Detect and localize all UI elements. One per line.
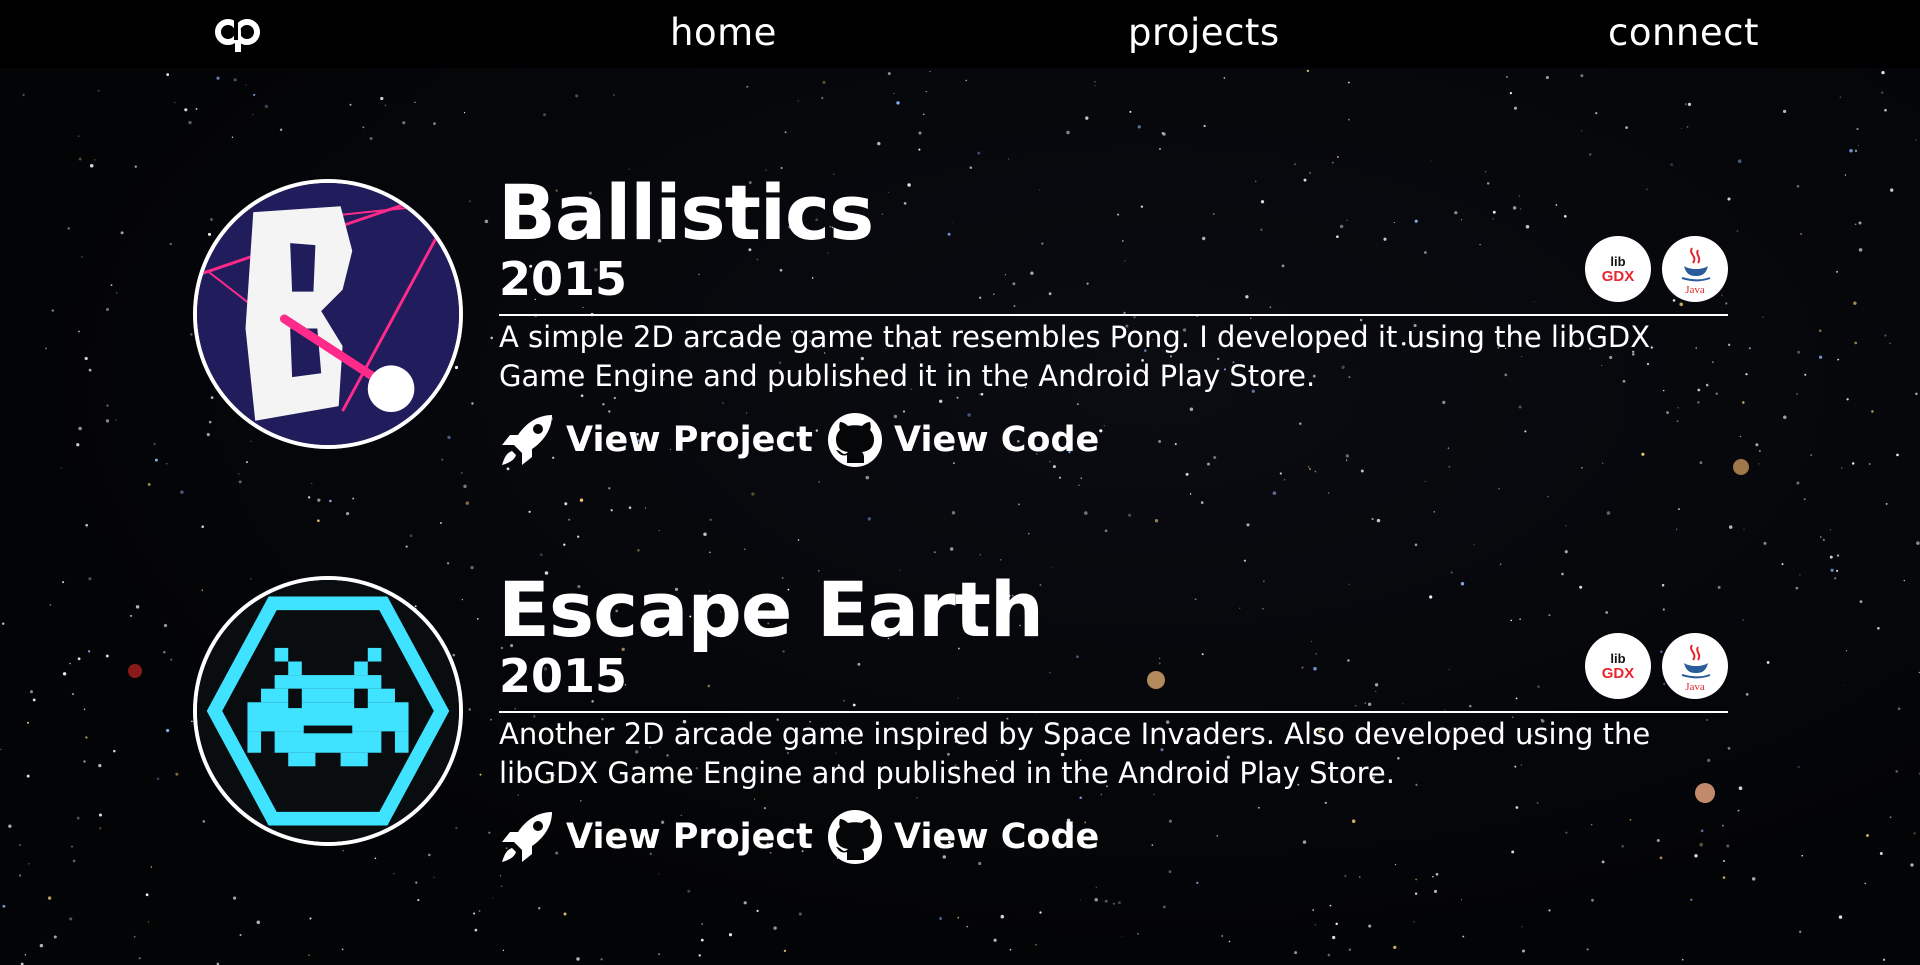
project-description: Another 2D arcade game inspired by Space… [499, 717, 1651, 790]
view-project-button[interactable]: View Project [498, 410, 813, 470]
space-invader-logo-icon[interactable] [193, 576, 463, 846]
project-description: A simple 2D arcade game that resembles P… [499, 320, 1651, 393]
nav-home-link[interactable]: home [670, 8, 777, 58]
nav-projects-link[interactable]: projects [1128, 8, 1280, 58]
svg-text:lib: lib [1610, 651, 1625, 666]
svg-text:Java: Java [1685, 284, 1705, 296]
page: home projects connect Ballistics 2015 li [0, 0, 1920, 965]
java-logo-icon: Java [1662, 633, 1728, 699]
view-project-button[interactable]: View Project [498, 807, 813, 867]
rocket-icon [502, 812, 552, 862]
svg-text:Java: Java [1685, 681, 1705, 693]
ballistics-logo-icon[interactable] [193, 179, 463, 449]
divider [499, 314, 1728, 316]
svg-text:lib: lib [1610, 254, 1625, 269]
github-icon [828, 810, 882, 864]
view-project-label: View Project [566, 420, 813, 460]
project-title: Ballistics [498, 168, 874, 257]
libgdx-logo-icon: lib GDX [1585, 236, 1651, 302]
nav-connect-link[interactable]: connect [1608, 8, 1759, 58]
ap-logo-icon[interactable] [214, 14, 264, 54]
svg-text:GDX: GDX [1602, 665, 1635, 682]
view-code-button[interactable]: View Code [826, 410, 1099, 470]
view-code-label: View Code [894, 420, 1100, 460]
project-card-ballistics: Ballistics 2015 lib GDX Java A simple 2D… [0, 171, 1920, 467]
view-project-label: View Project [566, 817, 813, 857]
github-icon [828, 413, 882, 467]
project-title: Escape Earth [498, 565, 1044, 654]
svg-text:GDX: GDX [1602, 268, 1635, 285]
project-year: 2015 [499, 649, 628, 703]
project-year: 2015 [499, 252, 628, 306]
divider [499, 711, 1728, 713]
libgdx-logo-icon: lib GDX [1585, 633, 1651, 699]
view-code-label: View Code [894, 817, 1100, 857]
rocket-icon [502, 415, 552, 465]
view-code-button[interactable]: View Code [826, 807, 1099, 867]
java-logo-icon: Java [1662, 236, 1728, 302]
top-nav: home projects connect [0, 0, 1920, 68]
project-card-escape-earth: Escape Earth 2015 lib GDX Java Another 2… [0, 568, 1920, 864]
